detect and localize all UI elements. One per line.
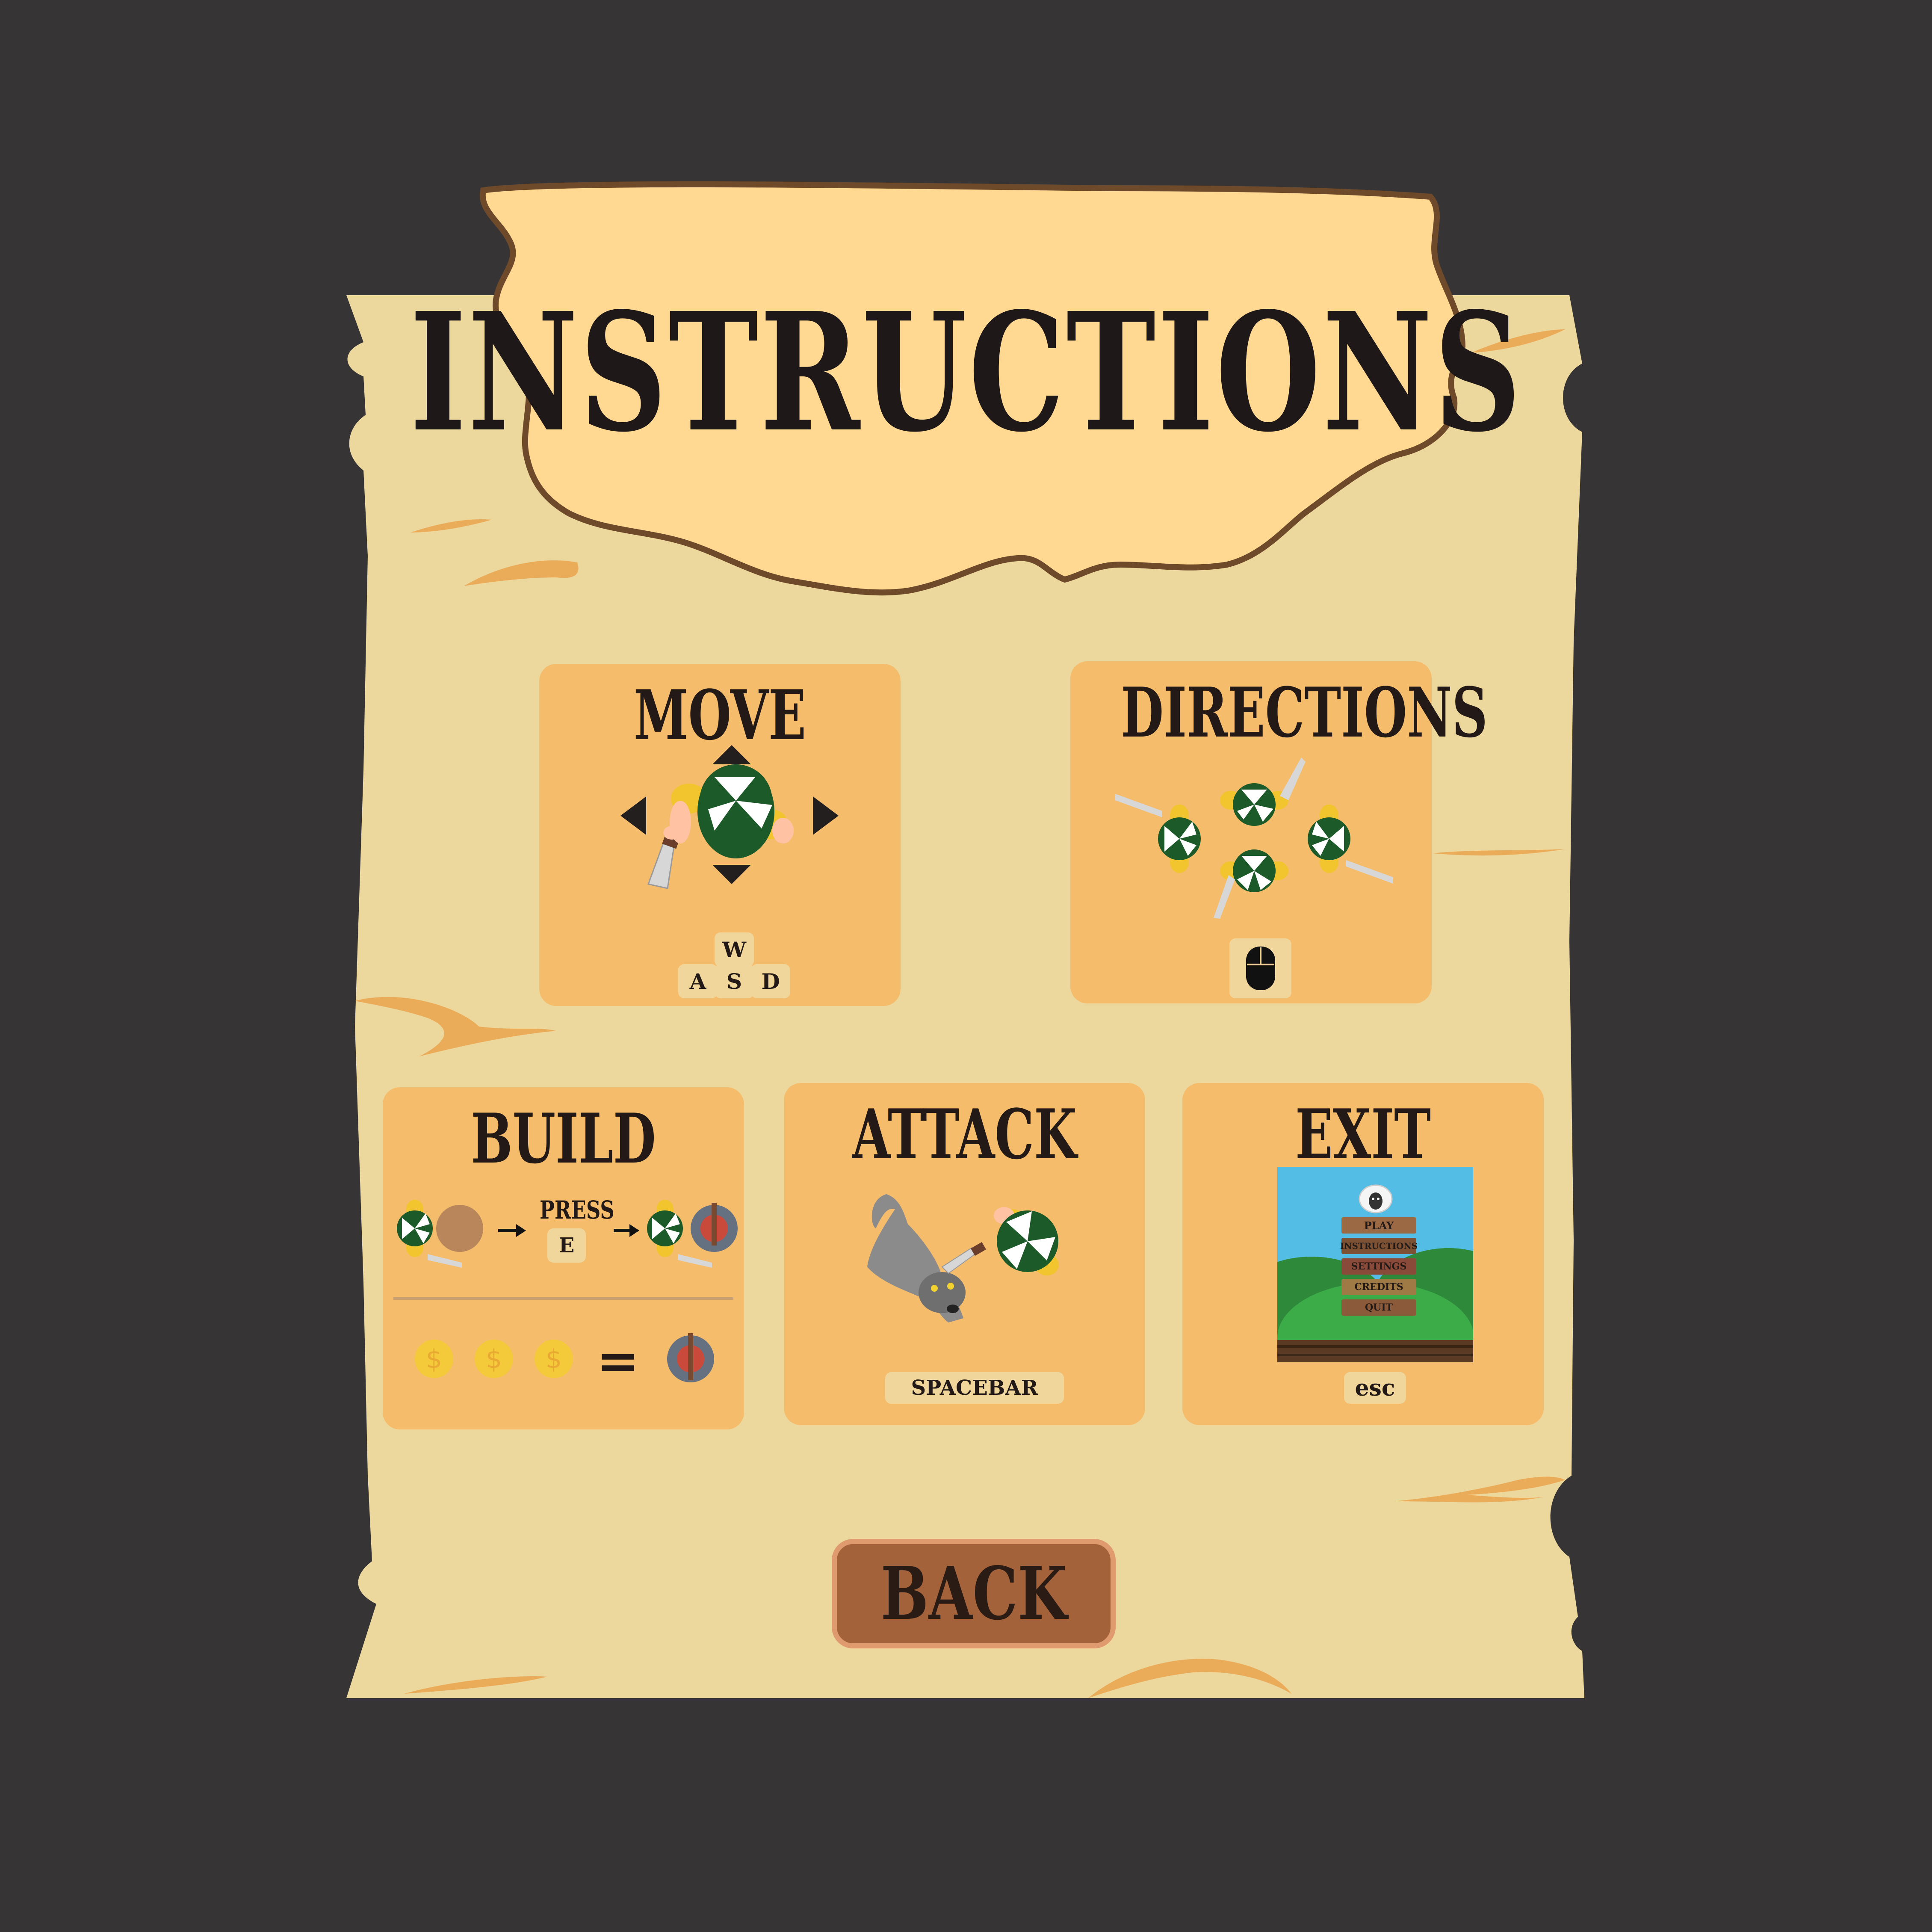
mouse-icon <box>1246 947 1275 990</box>
menu-preview-settings: SETTINGS <box>1341 1258 1416 1275</box>
menu-preview-instructions: INSTRUCTIONS <box>1340 1238 1418 1254</box>
page-title: INSTRUCTIONS <box>410 276 1523 468</box>
attack-title: ATTACK <box>852 1094 1077 1175</box>
menu-preview-play: PLAY <box>1341 1217 1416 1234</box>
empty-build-spot-icon <box>436 1205 483 1252</box>
tower-icon <box>691 1203 738 1252</box>
exit-title: EXIT <box>1295 1094 1431 1175</box>
key-w: W <box>715 932 754 967</box>
svg-text:$: $ <box>426 1344 442 1374</box>
move-title: MOVE <box>633 675 806 755</box>
coin-icon: $ <box>415 1340 453 1378</box>
build-title: BUILD <box>471 1098 656 1179</box>
menu-preview-quit: QUIT <box>1341 1299 1416 1316</box>
key-a: A <box>678 964 718 998</box>
move-panel: MOVE W A S D <box>539 664 901 1006</box>
build-cost-illustration: $ $ $ <box>415 1333 714 1382</box>
arrow-right-icon <box>498 1224 526 1237</box>
key-d: D <box>751 964 790 998</box>
back-button[interactable]: BACK <box>832 1539 1116 1648</box>
arrow-right-icon <box>813 796 839 835</box>
attack-panel: ATTACK SPACEBAR <box>784 1083 1145 1425</box>
coin-icon: $ <box>475 1340 513 1378</box>
menu-preview-credits: CREDITS <box>1341 1279 1416 1295</box>
main-menu-preview: PLAY INSTRUCTIONS SETTINGS CREDITS QUIT <box>1277 1167 1473 1362</box>
directions-title: DIRECTIONS <box>1121 672 1488 753</box>
wolf-icon <box>867 1194 966 1323</box>
arrow-left-icon <box>620 796 646 835</box>
mouse-key <box>1229 938 1291 998</box>
key-s: S <box>715 964 754 998</box>
directions-panel: DIRECTIONS <box>1070 661 1488 1003</box>
build-panel: BUILD PRESS E $ $ $ = <box>383 1087 744 1429</box>
equals-sign: = <box>596 1331 640 1391</box>
back-button-label: BACK <box>880 1551 1067 1636</box>
sheep-icon <box>1359 1184 1393 1213</box>
directions-characters-illustration <box>1115 757 1393 919</box>
arrow-up-icon <box>712 745 751 764</box>
tower-icon <box>667 1333 714 1382</box>
press-label: PRESS <box>540 1195 614 1225</box>
coin-icon: $ <box>535 1340 573 1378</box>
exit-panel: EXIT PLAY INSTRUCTIONS SETTINGS CREDITS … <box>1182 1083 1544 1425</box>
svg-text:$: $ <box>546 1344 562 1374</box>
arrow-right-icon <box>614 1224 639 1237</box>
attack-illustration <box>867 1194 1059 1323</box>
key-esc: esc <box>1344 1372 1406 1404</box>
svg-text:$: $ <box>486 1344 502 1374</box>
key-spacebar: SPACEBAR <box>885 1372 1064 1404</box>
key-e: E <box>547 1228 586 1263</box>
divider <box>393 1297 733 1300</box>
move-character-illustration <box>620 745 839 889</box>
arrow-down-icon <box>712 865 751 884</box>
